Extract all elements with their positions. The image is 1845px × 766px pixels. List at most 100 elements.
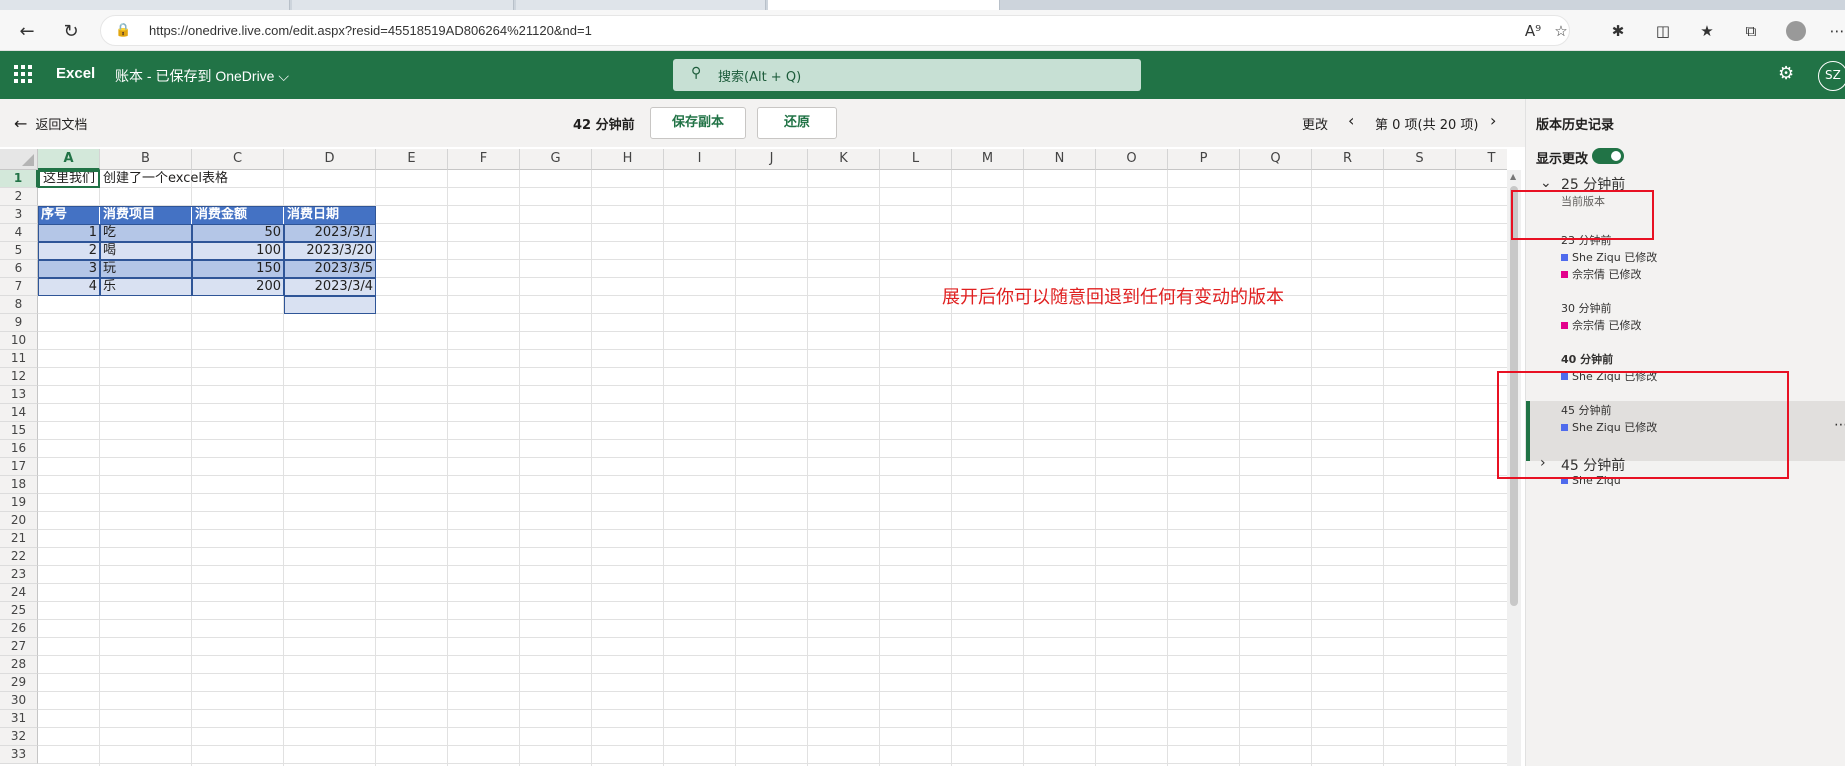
refresh-icon[interactable]: ↻ [58, 18, 84, 44]
browser-tab-active[interactable] [768, 0, 1000, 10]
profile-icon[interactable] [1786, 21, 1806, 41]
more-menu-icon[interactable]: ⋯ [1825, 19, 1845, 43]
column-header-l[interactable]: L [880, 149, 952, 170]
row-header-33[interactable]: 33 [0, 746, 38, 764]
column-header-f[interactable]: F [448, 149, 520, 170]
column-header-s[interactable]: S [1384, 149, 1456, 170]
spreadsheet-grid[interactable]: A B C D E F G H I J K L M N O P Q R S T 1 2 3 4 5 6 7 8 9 10 11 12 13 14 1… [0, 149, 1507, 766]
back-arrow-icon[interactable]: ← [14, 18, 40, 44]
row-header-5[interactable]: 5 [0, 242, 38, 260]
row-header-11[interactable]: 11 [0, 350, 38, 368]
restore-button[interactable]: 还原 [757, 107, 837, 139]
row-header-2[interactable]: 2 [0, 188, 38, 206]
chevron-down-icon[interactable]: ⌄ [1540, 175, 1552, 191]
app-name[interactable]: Excel [56, 65, 95, 82]
row-header-27[interactable]: 27 [0, 638, 38, 656]
row-header-26[interactable]: 26 [0, 620, 38, 638]
column-header-g[interactable]: G [520, 149, 592, 170]
avatar[interactable]: SZ [1818, 61, 1845, 91]
row-header-10[interactable]: 10 [0, 332, 38, 350]
grid-line [38, 655, 1507, 656]
row-header-25[interactable]: 25 [0, 602, 38, 620]
row-header-29[interactable]: 29 [0, 674, 38, 692]
search-placeholder: 搜索(Alt + Q) [718, 70, 802, 85]
row-header-17[interactable]: 17 [0, 458, 38, 476]
favorites-icon[interactable]: ★ [1695, 19, 1719, 43]
author-name: 佘宗倩 已修改 [1572, 268, 1642, 281]
favorite-add-icon[interactable]: ☆ [1549, 19, 1573, 43]
next-change-chevron-icon[interactable]: › [1490, 111, 1496, 130]
cell-b1[interactable]: 创建了一个excel表格 [100, 170, 360, 188]
read-aloud-icon[interactable]: A⁹ [1521, 19, 1545, 43]
lock-icon: 🔒 [115, 23, 132, 38]
grid-line [38, 385, 1507, 386]
row-header-3[interactable]: 3 [0, 206, 38, 224]
row-header-19[interactable]: 19 [0, 494, 38, 512]
row-header-23[interactable]: 23 [0, 566, 38, 584]
version-time[interactable]: 40 分钟前 [1561, 351, 1613, 367]
back-to-document-link[interactable]: ← 返回文档 [14, 114, 87, 133]
changed-cell[interactable] [284, 296, 376, 314]
row-header-4[interactable]: 4 [0, 224, 38, 242]
previous-change-chevron-icon[interactable]: ‹ [1348, 111, 1354, 130]
url-field[interactable]: 🔒 https://onedrive.live.com/edit.aspx?re… [100, 15, 1570, 46]
change-counter: 第 0 项(共 20 项) [1375, 118, 1479, 133]
row-header-12[interactable]: 12 [0, 368, 38, 386]
column-header-a[interactable]: A [38, 149, 100, 170]
column-header-b[interactable]: B [100, 149, 192, 170]
row-header-7[interactable]: 7 [0, 278, 38, 296]
row-header-13[interactable]: 13 [0, 386, 38, 404]
browser-tab[interactable] [292, 0, 514, 10]
column-header-p[interactable]: P [1168, 149, 1240, 170]
row-header-28[interactable]: 28 [0, 656, 38, 674]
settings-gear-icon[interactable]: ⚙ [1778, 63, 1794, 84]
row-header-18[interactable]: 18 [0, 476, 38, 494]
row-header-15[interactable]: 15 [0, 422, 38, 440]
grid-line [38, 439, 1507, 440]
row-header-14[interactable]: 14 [0, 404, 38, 422]
annotation-text: 展开后你可以随意回退到任何有变动的版本 [942, 287, 1284, 308]
row-header-22[interactable]: 22 [0, 548, 38, 566]
column-header-e[interactable]: E [376, 149, 448, 170]
row-header-30[interactable]: 30 [0, 692, 38, 710]
version-time[interactable]: 30 分钟前 [1561, 300, 1612, 316]
app-launcher-icon[interactable] [14, 65, 32, 83]
column-header-h[interactable]: H [592, 149, 664, 170]
column-header-i[interactable]: I [664, 149, 736, 170]
column-header-m[interactable]: M [952, 149, 1024, 170]
row-header-9[interactable]: 9 [0, 314, 38, 332]
collections-icon[interactable]: ⧉ [1739, 19, 1763, 43]
column-header-n[interactable]: N [1024, 149, 1096, 170]
grid-line [38, 511, 1507, 512]
row-header-24[interactable]: 24 [0, 584, 38, 602]
row-header-31[interactable]: 31 [0, 710, 38, 728]
scroll-up-icon[interactable]: ▲ [1510, 172, 1516, 181]
column-header-q[interactable]: Q [1240, 149, 1312, 170]
search-input[interactable]: ⚲ 搜索(Alt + Q) [673, 59, 1141, 91]
grid-line [38, 637, 1507, 638]
split-screen-icon[interactable]: ◫ [1651, 19, 1675, 43]
extensions-icon[interactable]: ✱ [1606, 19, 1630, 43]
row-header-1[interactable]: 1 [0, 170, 38, 188]
select-all-corner[interactable] [0, 149, 38, 170]
browser-tab[interactable] [0, 0, 290, 10]
column-header-r[interactable]: R [1312, 149, 1384, 170]
column-header-j[interactable]: J [736, 149, 808, 170]
row-header-6[interactable]: 6 [0, 260, 38, 278]
browser-tab[interactable] [516, 0, 766, 10]
row-header-32[interactable]: 32 [0, 728, 38, 746]
row-header-16[interactable]: 16 [0, 440, 38, 458]
cell-a1[interactable]: 这里我们 [38, 170, 100, 188]
row-header-20[interactable]: 20 [0, 512, 38, 530]
column-header-k[interactable]: K [808, 149, 880, 170]
column-header-c[interactable]: C [192, 149, 284, 170]
more-options-icon[interactable]: ⋯ [1834, 417, 1845, 433]
row-header-21[interactable]: 21 [0, 530, 38, 548]
column-header-t[interactable]: T [1456, 149, 1507, 170]
column-header-d[interactable]: D [284, 149, 376, 170]
save-copy-button[interactable]: 保存副本 [650, 107, 746, 139]
document-title[interactable]: 账本 - 已保存到 OneDrive ⌵ [115, 66, 289, 86]
row-header-8[interactable]: 8 [0, 296, 38, 314]
show-changes-toggle[interactable] [1592, 148, 1624, 164]
column-header-o[interactable]: O [1096, 149, 1168, 170]
